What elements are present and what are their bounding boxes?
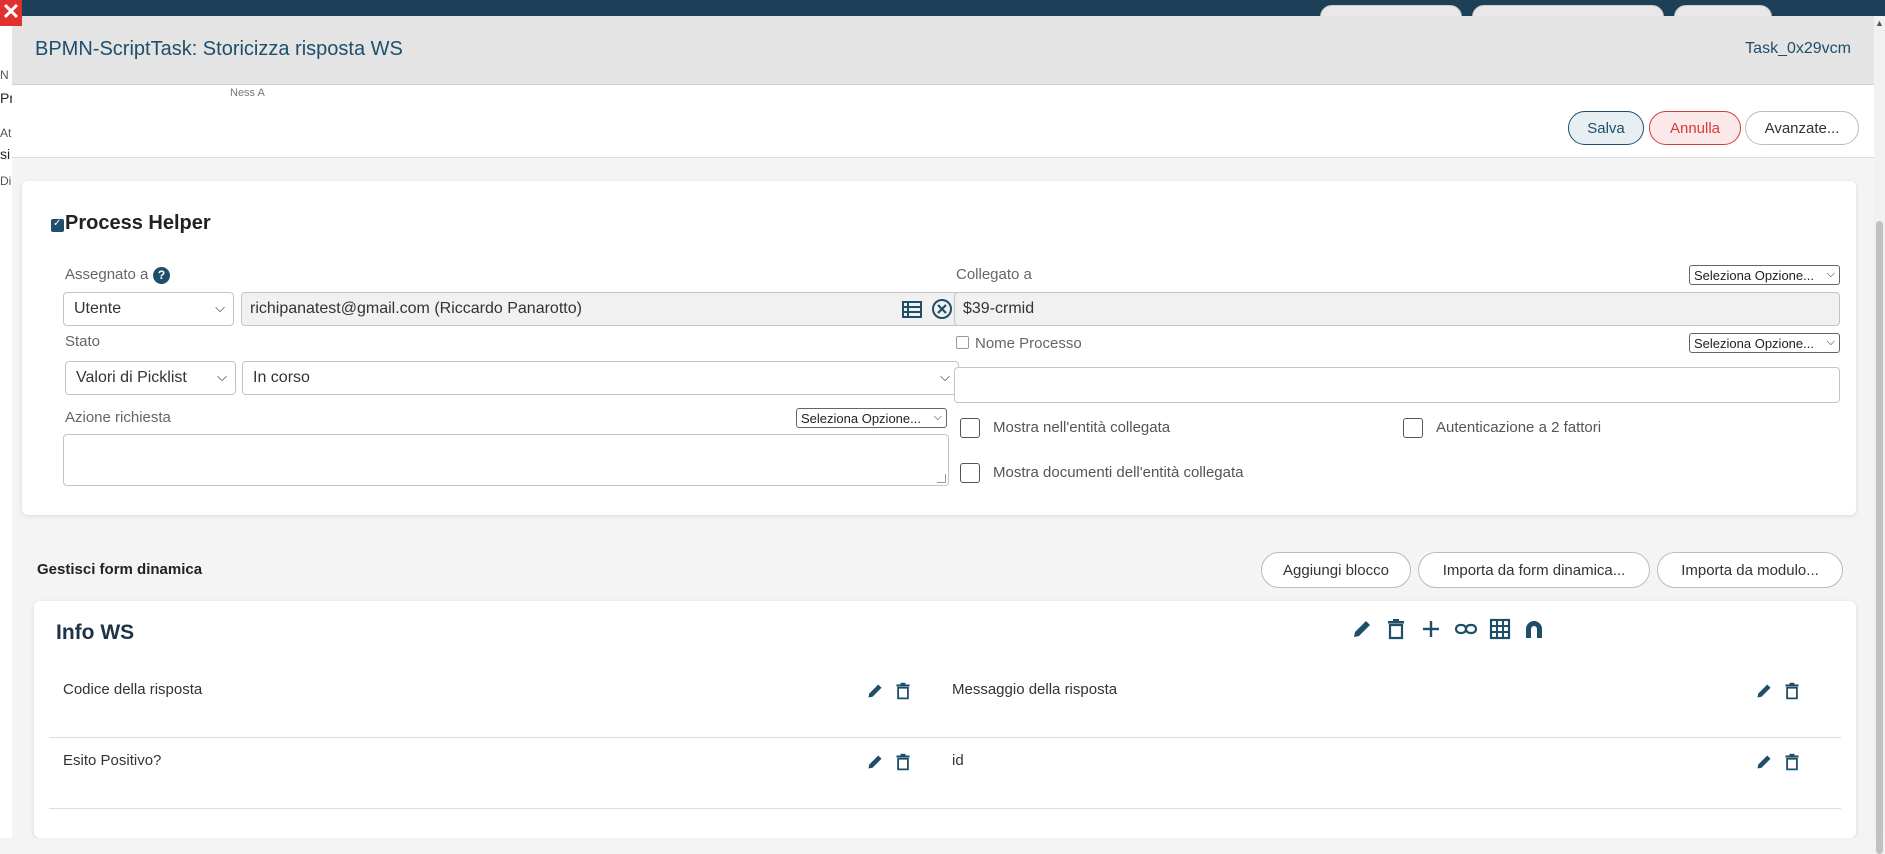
link-icon[interactable] (1454, 618, 1478, 640)
resize-handle-icon[interactable] (937, 474, 946, 483)
modal-header: BPMN-ScriptTask: Storicizza risposta WS … (12, 16, 1874, 85)
process-name-option-value: Seleziona Opzione... (1694, 336, 1814, 351)
action-option-select[interactable]: Seleziona Opzione... ⌵ (796, 408, 947, 428)
status-value: In corso (253, 369, 310, 386)
edit-block-icon[interactable] (1351, 618, 1375, 640)
background-label: At (0, 126, 12, 140)
field-label: id (952, 752, 964, 769)
show-in-linked-checkbox[interactable] (960, 418, 980, 438)
task-modal: BPMN-ScriptTask: Storicizza risposta WS … (12, 16, 1874, 838)
delete-field-icon[interactable] (894, 753, 918, 771)
add-block-button[interactable]: Aggiungi blocco (1261, 552, 1411, 588)
info-ws-block: Info WS Codice della risposta Messaggio … (34, 601, 1856, 838)
linked-label: Collegato a (956, 266, 1032, 283)
background-label: si (0, 146, 11, 162)
delete-field-icon[interactable] (894, 682, 918, 700)
chevron-down-icon: ⌵ (1826, 336, 1835, 348)
status-label: Stato (65, 333, 101, 350)
status-source-select[interactable]: Valori di Picklist ⌵ (65, 361, 236, 395)
status-source-value: Valori di Picklist (76, 369, 187, 386)
list-icon[interactable] (901, 298, 925, 320)
action-textarea[interactable] (63, 434, 949, 486)
chevron-down-icon: ⌵ (217, 369, 227, 384)
dynamic-form-label: Gestisci form dinamica (37, 561, 203, 578)
two-factor-label: Autenticazione a 2 fattori (1436, 419, 1602, 436)
scroll-thumb[interactable] (1876, 221, 1883, 854)
process-name-checkbox[interactable] (956, 336, 969, 349)
process-helper-card: Process Helper Assegnato a ? Utente ⌵ ri… (22, 181, 1856, 515)
delete-field-icon[interactable] (1783, 682, 1807, 700)
assigned-user-field[interactable]: richipanatest@gmail.com (Riccardo Panaro… (241, 292, 960, 326)
chevron-down-icon: ⌵ (1826, 268, 1835, 280)
chevron-down-icon: ⌵ (940, 369, 950, 384)
process-name-input[interactable] (954, 367, 1840, 403)
save-button[interactable]: Salva (1568, 111, 1644, 145)
add-field-icon[interactable] (1420, 618, 1444, 640)
field-label: Esito Positivo? (63, 752, 162, 769)
table-icon[interactable] (1489, 618, 1513, 640)
background-label: N (0, 68, 9, 82)
edit-field-icon[interactable] (866, 753, 890, 771)
modal-title: BPMN-ScriptTask: Storicizza risposta WS (35, 38, 403, 60)
import-form-button[interactable]: Importa da form dinamica... (1418, 552, 1650, 588)
process-name-label: Nome Processo (975, 335, 1082, 352)
field-label: Messaggio della risposta (952, 681, 1118, 698)
obscured-background-text: Ness A (230, 87, 265, 99)
two-factor-checkbox[interactable] (1403, 418, 1423, 438)
scroll-up-icon[interactable]: ▲ (1875, 18, 1884, 28)
field-label: Codice della risposta (63, 681, 203, 698)
edit-field-icon[interactable] (1755, 682, 1779, 700)
chevron-down-icon: ⌵ (215, 300, 225, 315)
linked-option-value: Seleziona Opzione... (1694, 268, 1814, 283)
show-docs-checkbox[interactable] (960, 463, 980, 483)
linked-field[interactable]: $39-crmid (954, 292, 1840, 326)
chevron-down-icon: ⌵ (933, 411, 942, 423)
background-label: Di (0, 174, 12, 188)
advanced-button[interactable]: Avanzate... (1745, 111, 1859, 145)
help-icon[interactable]: ? (153, 267, 170, 284)
task-id: Task_0x29vcm (1745, 40, 1851, 57)
action-option-value: Seleziona Opzione... (801, 411, 921, 426)
process-helper-title: Process Helper (65, 212, 211, 234)
linked-value: $39-crmid (963, 300, 1035, 317)
status-select[interactable]: In corso ⌵ (242, 361, 959, 395)
assigned-type-value: Utente (74, 300, 122, 317)
row-divider (49, 808, 1841, 809)
assigned-label: Assegnato a (65, 266, 149, 283)
assigned-type-select[interactable]: Utente ⌵ (63, 292, 234, 326)
delete-field-icon[interactable] (1783, 753, 1807, 771)
action-bar: Ness A Salva Annulla Avanzate... (12, 85, 1874, 158)
edit-field-icon[interactable] (866, 682, 890, 700)
row-divider (49, 737, 1841, 738)
close-icon[interactable]: ✕ (0, 0, 22, 26)
magnet-icon[interactable] (1523, 618, 1547, 640)
show-in-linked-label: Mostra nell'entità collegata (993, 419, 1171, 436)
linked-option-select[interactable]: Seleziona Opzione... ⌵ (1689, 265, 1840, 285)
process-helper-checkbox[interactable] (51, 218, 64, 232)
show-docs-label: Mostra documenti dell'entità collegata (993, 464, 1244, 481)
cancel-button[interactable]: Annulla (1649, 111, 1741, 145)
process-name-option-select[interactable]: Seleziona Opzione... ⌵ (1689, 333, 1840, 353)
edit-field-icon[interactable] (1755, 753, 1779, 771)
scrollbar[interactable]: ▲ (1874, 16, 1885, 854)
assigned-user-value: richipanatest@gmail.com (Riccardo Panaro… (250, 300, 582, 317)
delete-block-icon[interactable] (1385, 618, 1409, 640)
action-label: Azione richiesta (65, 409, 171, 426)
block-title: Info WS (56, 621, 135, 644)
clear-icon[interactable] (931, 298, 955, 320)
import-module-button[interactable]: Importa da modulo... (1657, 552, 1843, 588)
